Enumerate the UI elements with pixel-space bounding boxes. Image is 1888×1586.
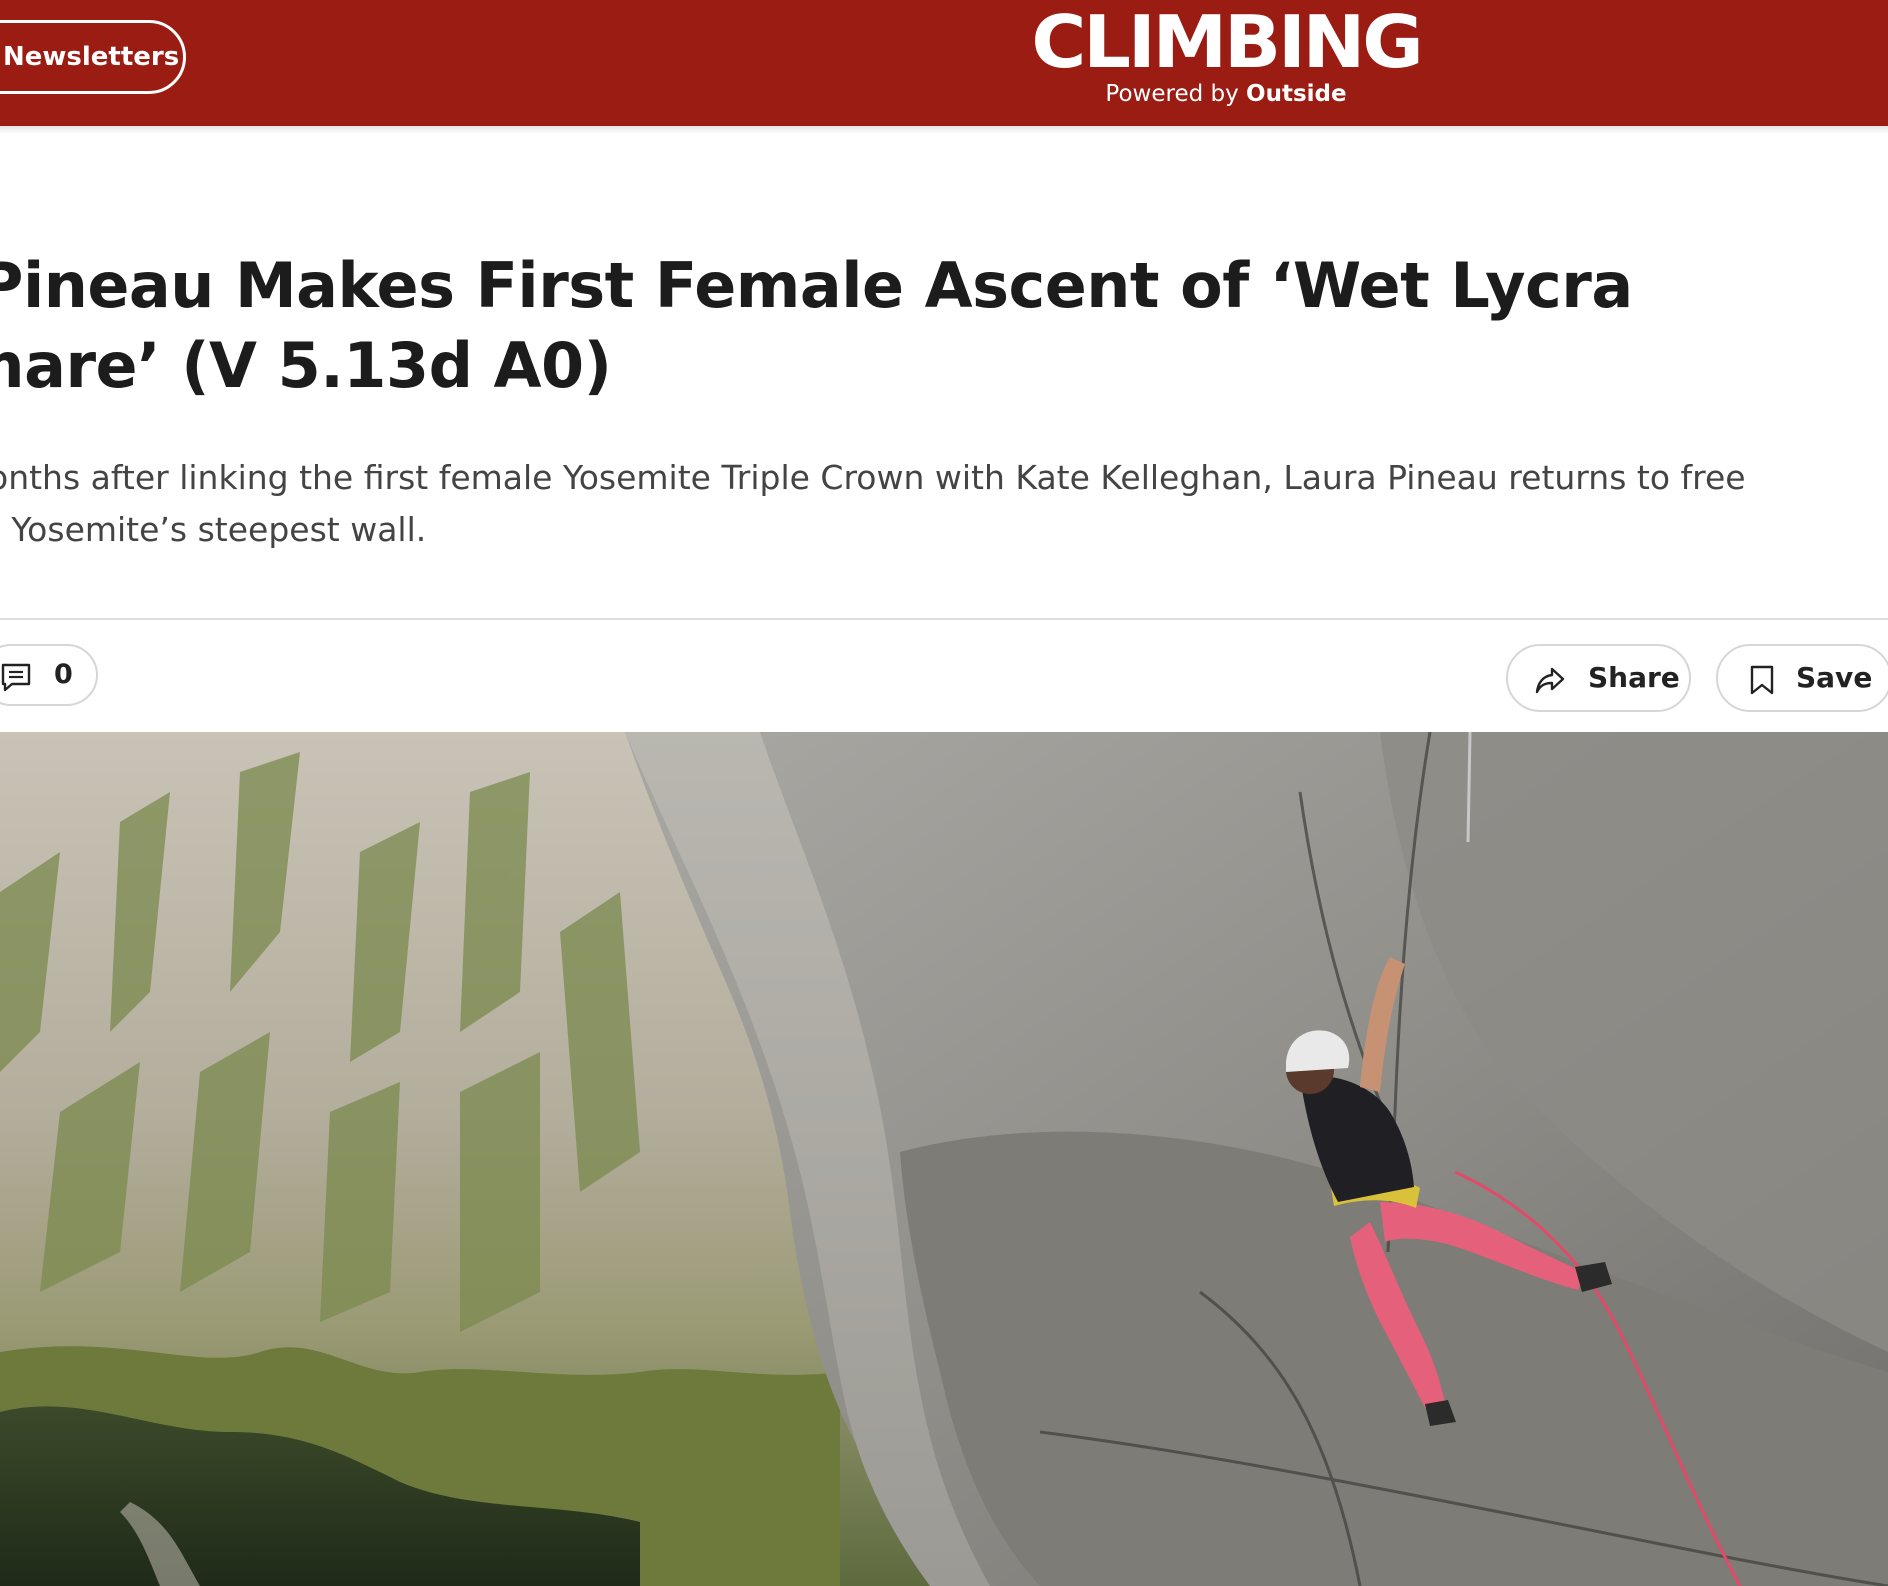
article-dek: onths after linking the first female Yos… xyxy=(0,452,1788,556)
article-headline: Pineau Makes First Female Ascent of ‘Wet… xyxy=(0,246,1778,406)
newsletters-button[interactable]: Newsletters xyxy=(0,20,186,94)
share-arrow-icon xyxy=(1535,667,1565,694)
logo-wordmark: CLIMBING xyxy=(1031,0,1423,84)
powered-by-brand: Outside xyxy=(1246,81,1347,107)
bookmark-icon xyxy=(1750,665,1774,695)
comment-icon xyxy=(1,663,31,692)
headline-line-2: mare’ (V 5.13d A0) xyxy=(0,329,612,402)
share-label: Share xyxy=(1588,661,1680,694)
save-label: Save xyxy=(1796,661,1873,694)
comments-button[interactable]: 0 xyxy=(0,644,98,706)
powered-by-prefix: Powered by xyxy=(1105,81,1239,107)
share-button[interactable]: Share xyxy=(1506,644,1691,712)
dek-line-2: n Yosemite’s steepest wall. xyxy=(0,510,427,549)
divider xyxy=(0,618,1888,620)
comment-count: 0 xyxy=(54,659,73,690)
header-shadow xyxy=(0,126,1888,134)
site-header: Newsletters CLIMBING Powered by Outside xyxy=(0,0,1888,126)
site-logo[interactable]: CLIMBING Powered by Outside xyxy=(1024,4,1428,108)
hero-image[interactable] xyxy=(0,732,1888,1586)
logo-powered-by: Powered by Outside xyxy=(1024,80,1428,108)
save-button[interactable]: Save xyxy=(1716,644,1888,712)
dek-line-1: onths after linking the first female Yos… xyxy=(0,458,1746,497)
headline-line-1: Pineau Makes First Female Ascent of ‘Wet… xyxy=(0,249,1633,322)
hero-photo-illustration xyxy=(0,732,1888,1586)
